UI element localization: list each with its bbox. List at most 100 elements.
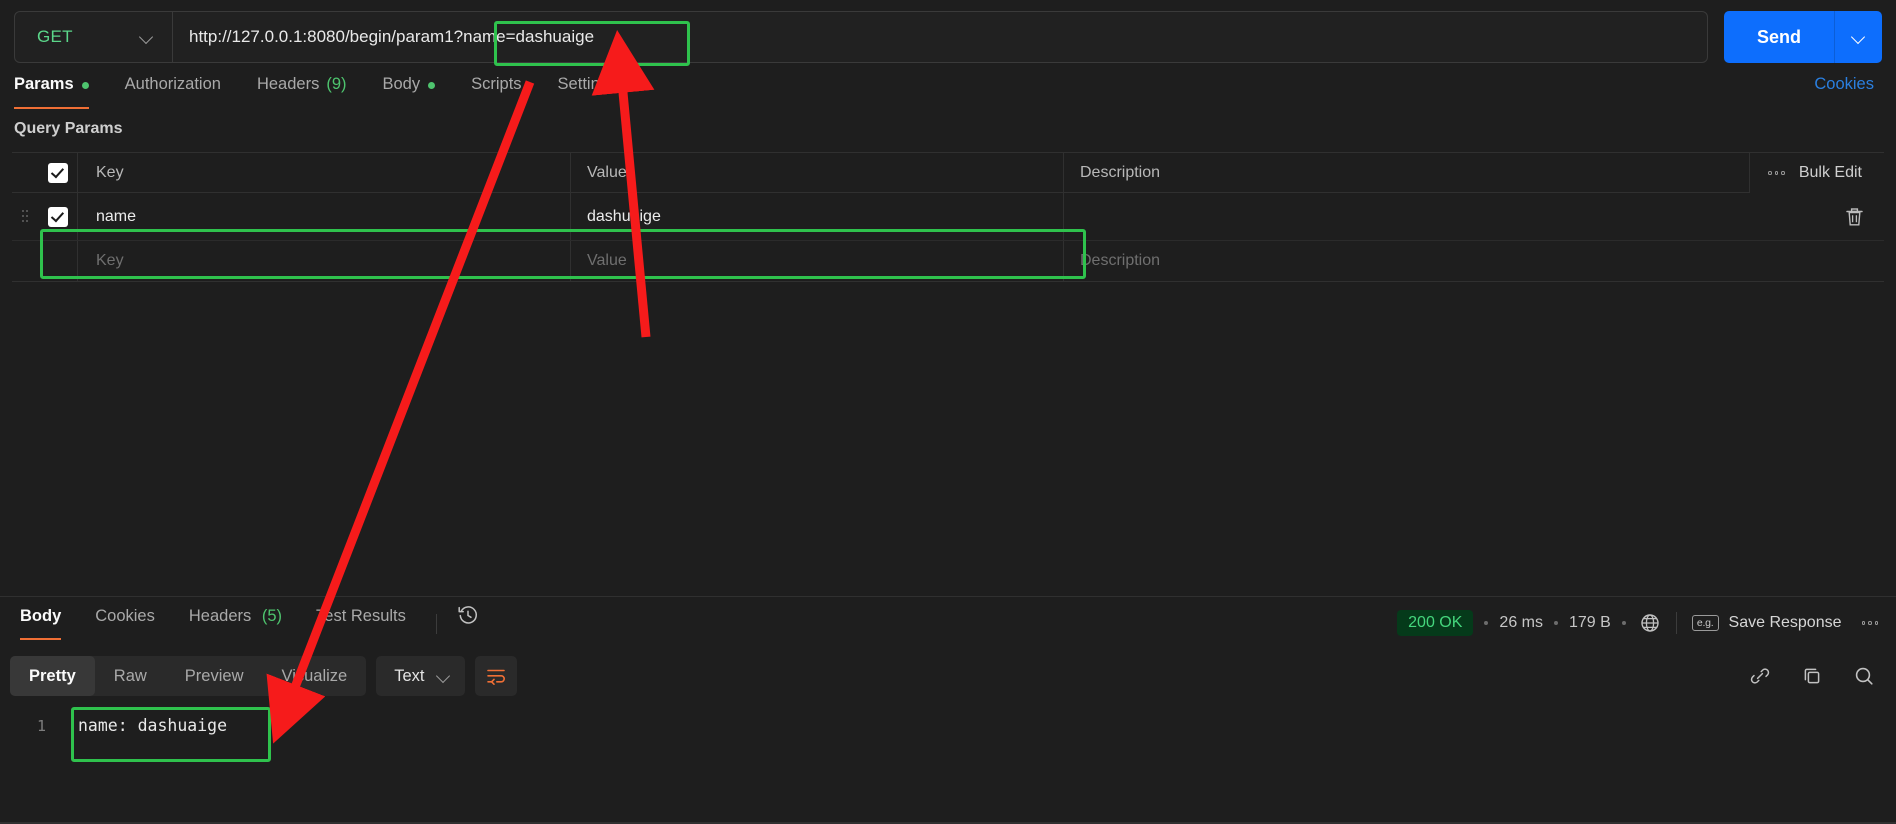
separator-dot <box>1621 621 1626 625</box>
header-value-label: Value <box>587 163 627 181</box>
tab-params[interactable]: Params <box>14 72 106 114</box>
drag-handle-spacer <box>12 153 38 192</box>
bulk-edit-button[interactable]: Bulk Edit <box>1799 164 1862 182</box>
search-button[interactable] <box>1852 664 1876 688</box>
row-key-input[interactable]: name <box>78 193 571 240</box>
send-button[interactable]: Send <box>1724 11 1834 63</box>
trash-icon <box>1845 208 1863 226</box>
response-tab-cookies[interactable]: Cookies <box>81 604 169 644</box>
bulk-edit-group: Bulk Edit <box>1749 153 1884 193</box>
language-label: Text <box>394 666 425 685</box>
link-icon <box>1750 668 1770 684</box>
copy-button[interactable] <box>1800 664 1824 688</box>
annotation-arrows <box>266 30 655 744</box>
format-preview-button[interactable]: Preview <box>166 656 263 696</box>
response-size: 179 B <box>1569 614 1611 631</box>
request-tabs: Params Authorization Headers (9) Body Sc… <box>0 72 1896 114</box>
select-all-checkbox[interactable] <box>47 162 68 183</box>
copy-icon <box>1804 668 1820 684</box>
line-number-gutter: 1 <box>36 717 46 735</box>
send-options-dropdown[interactable] <box>1834 11 1882 63</box>
tab-label: Cookies <box>95 607 155 625</box>
url-text-query: name=dashuaige <box>463 27 595 46</box>
response-tab-headers[interactable]: Headers (5) <box>175 604 296 644</box>
wrap-text-icon <box>487 669 506 685</box>
response-tab-body[interactable]: Body <box>6 604 75 644</box>
query-params-table: Key Value Description Bulk Edit name das… <box>12 152 1884 282</box>
tab-authorization[interactable]: Authorization <box>125 72 238 114</box>
status-badge: 200 OK <box>1397 610 1474 636</box>
row-description-input[interactable] <box>1064 193 1884 240</box>
drag-dots-icon <box>22 209 28 224</box>
new-row-key-input[interactable]: Key <box>78 241 571 281</box>
separator-dot <box>1484 621 1489 625</box>
http-method-dropdown[interactable]: GET <box>15 12 173 62</box>
url-input[interactable]: http://127.0.0.1:8080/begin/param1? name=… <box>173 27 1707 47</box>
row-enabled-checkbox[interactable] <box>47 206 68 227</box>
select-all-checkbox-cell <box>38 153 78 192</box>
format-pretty-button[interactable]: Pretty <box>10 656 95 696</box>
tab-label: Headers <box>256 75 320 93</box>
history-clock-icon <box>458 606 477 624</box>
url-text-prefix: http://127.0.0.1:8080/begin/param1? <box>189 27 464 46</box>
new-row-key-placeholder: Key <box>96 252 124 269</box>
wrap-lines-button[interactable] <box>475 656 518 696</box>
tab-body[interactable]: Body <box>383 72 453 114</box>
delete-row-button[interactable] <box>1824 193 1884 241</box>
tab-label: Headers <box>188 607 252 625</box>
response-body-viewer: 1 name: dashuaige <box>0 708 1896 778</box>
tab-settings[interactable]: Settings <box>558 72 635 114</box>
tab-scripts[interactable]: Scripts <box>471 72 538 114</box>
response-status-bar: 200 OK 26 ms 179 B e.g. Save Response <box>1397 605 1878 641</box>
response-body-actions <box>1748 655 1876 697</box>
network-info-button[interactable] <box>1639 612 1661 634</box>
tab-label: Authorization <box>124 75 221 93</box>
row-drag-handle[interactable] <box>12 193 38 240</box>
tab-label: Test Results <box>316 607 406 625</box>
copy-link-button[interactable] <box>1748 664 1772 688</box>
header-description-label: Description <box>1080 163 1161 181</box>
response-history-button[interactable] <box>447 604 489 626</box>
tab-label: Settings <box>557 75 618 93</box>
modified-dot-icon <box>428 82 436 89</box>
tab-label: Body <box>382 75 421 93</box>
search-icon <box>1855 667 1873 685</box>
response-more-options-icon[interactable] <box>1861 621 1878 625</box>
globe-icon <box>1641 614 1659 632</box>
header-value-cell: Value <box>571 153 1064 192</box>
send-button-group: Send <box>1724 11 1882 63</box>
url-bar-row: GET http://127.0.0.1:8080/begin/param1? n… <box>0 8 1896 66</box>
row-key-value: name <box>96 207 137 225</box>
format-raw-button[interactable]: Raw <box>95 656 166 696</box>
table-header-row: Key Value Description Bulk Edit <box>12 153 1884 193</box>
cookies-link[interactable]: Cookies <box>1814 75 1874 94</box>
example-icon[interactable]: e.g. <box>1691 615 1719 631</box>
header-key-cell: Key <box>78 153 571 192</box>
header-key-label: Key <box>96 163 124 181</box>
format-visualize-button[interactable]: Visualize <box>262 656 366 696</box>
status-divider <box>1675 612 1677 634</box>
postman-request-window: GET http://127.0.0.1:8080/begin/param1? n… <box>0 0 1896 824</box>
tab-label: Params <box>14 75 74 93</box>
more-options-icon[interactable] <box>1768 171 1785 175</box>
language-dropdown[interactable]: Text <box>376 656 466 696</box>
format-mode-segment: Pretty Raw Preview Visualize <box>10 656 367 696</box>
response-time: 26 ms <box>1499 614 1543 631</box>
row-value-value: dashuaige <box>587 207 661 225</box>
response-format-toolbar: Pretty Raw Preview Visualize Text <box>10 655 518 697</box>
new-row-value-placeholder: Value <box>587 252 627 269</box>
row-checkbox-cell <box>38 193 78 240</box>
row-value-input[interactable]: dashuaige <box>571 193 1064 240</box>
response-tabs: Body Cookies Headers (5) Test Results <box>0 604 1200 644</box>
new-row-description-placeholder: Description <box>1080 252 1161 269</box>
new-row-description-input[interactable]: Description <box>1064 241 1884 281</box>
tab-count: (5) <box>261 607 283 625</box>
save-response-button[interactable]: Save Response <box>1729 614 1842 632</box>
new-row-value-input[interactable]: Value <box>571 241 1064 281</box>
tab-headers[interactable]: Headers (9) <box>257 72 364 114</box>
response-tab-test-results[interactable]: Test Results <box>302 604 420 644</box>
placeholder-checkbox-cell <box>38 241 78 281</box>
response-body-line[interactable]: name: dashuaige <box>78 713 227 739</box>
tab-label: Scripts <box>471 75 522 93</box>
http-method-label: GET <box>37 27 73 46</box>
